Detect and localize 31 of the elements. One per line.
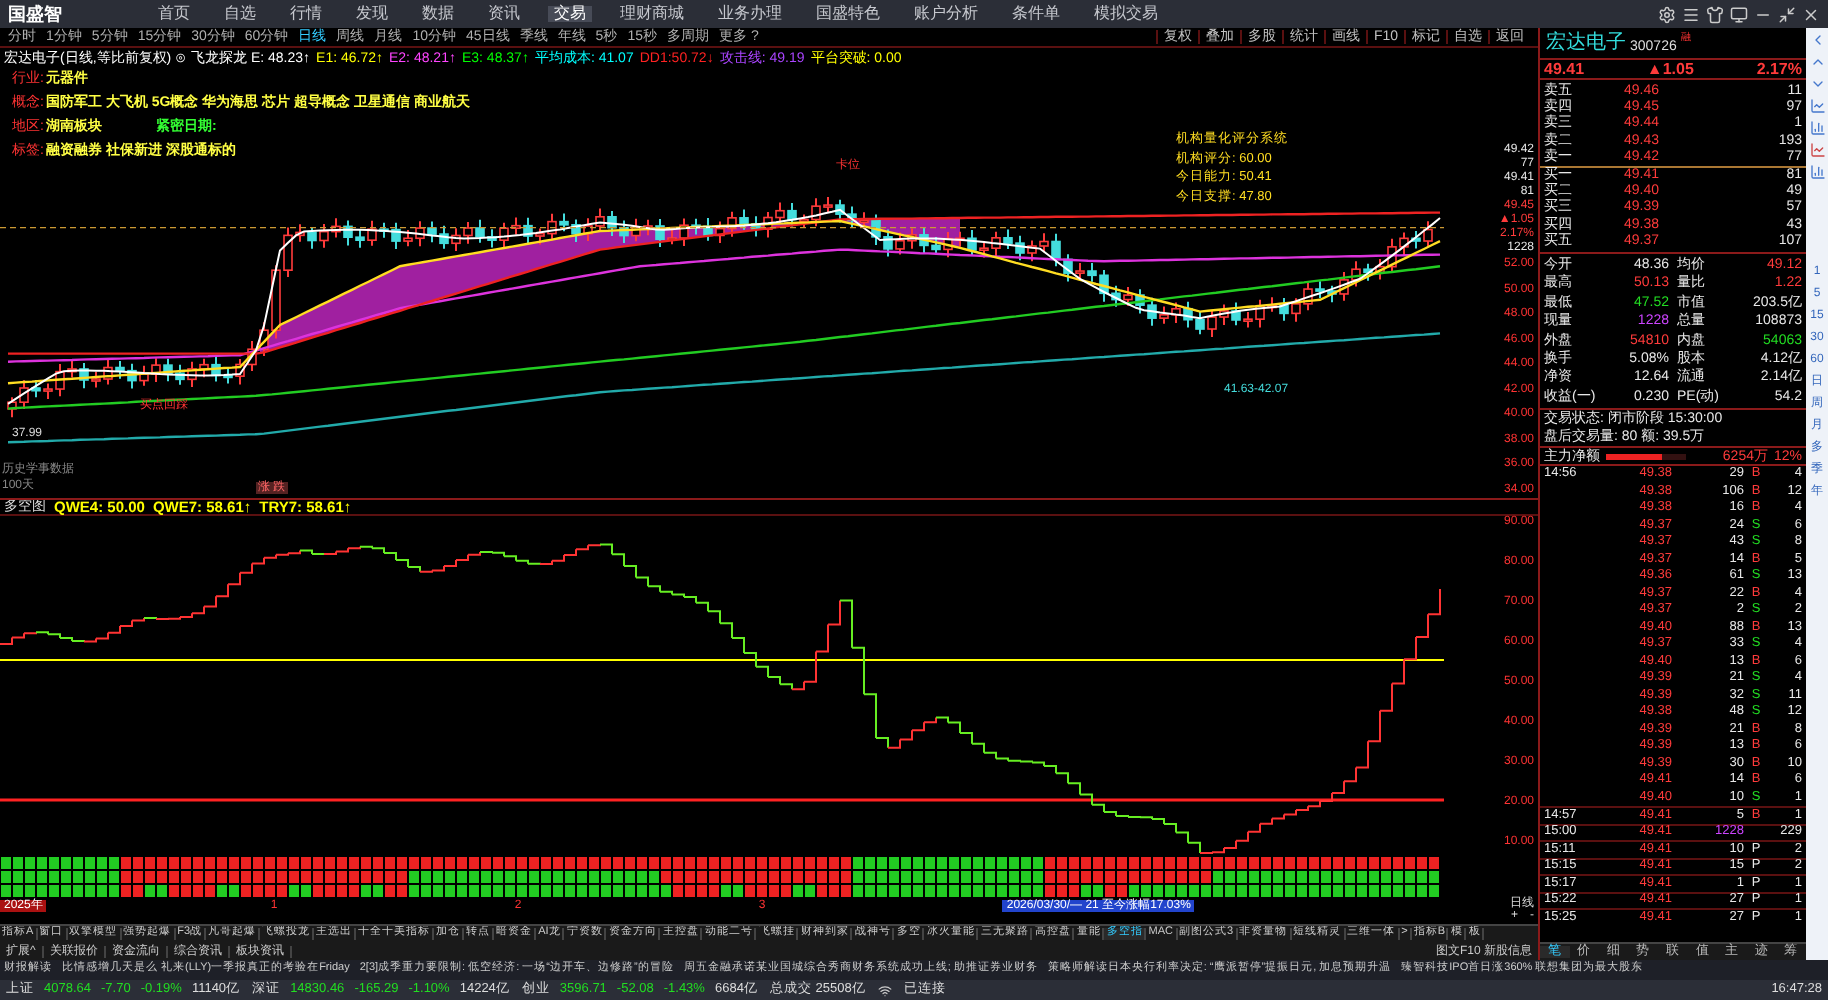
monitor-icon[interactable] — [1730, 5, 1748, 23]
menu-item[interactable]: 自选 — [218, 6, 262, 22]
stock-name: 宏达电子 — [1546, 34, 1626, 54]
restore-icon[interactable] — [1778, 5, 1796, 23]
menu-item[interactable]: 交易 — [548, 6, 592, 22]
wifi-icon — [877, 983, 892, 997]
menu-item[interactable]: 行情 — [284, 6, 328, 22]
menu-item[interactable]: 业务办理 — [712, 6, 788, 22]
menu-item[interactable]: 理财商城 — [614, 6, 690, 22]
menu-item[interactable]: 账户分析 — [908, 6, 984, 22]
menu-item[interactable]: 首页 — [152, 6, 196, 22]
menu-icon[interactable] — [1682, 5, 1700, 23]
settings-icon[interactable] — [1658, 5, 1676, 23]
bar-chart-icon[interactable] — [1809, 120, 1825, 136]
up-icon[interactable] — [1809, 54, 1825, 70]
down-icon[interactable] — [1809, 76, 1825, 92]
app-logo: 国盛智 — [8, 5, 64, 23]
menu-item[interactable]: 国盛特色 — [810, 6, 886, 22]
percent-change: 2.17% — [1756, 61, 1802, 77]
price-change: ▲1.05 — [1646, 61, 1694, 77]
bar-chart-icon[interactable] — [1809, 164, 1825, 180]
menu-item[interactable]: 数据 — [416, 6, 460, 22]
last-price: 49.41 — [1544, 61, 1585, 77]
line-chart-icon[interactable] — [1809, 142, 1825, 158]
menu-item[interactable]: 条件单 — [1006, 6, 1066, 22]
line-chart-icon[interactable] — [1809, 98, 1825, 114]
menu-item[interactable]: 发现 — [350, 6, 394, 22]
menu-item[interactable]: 资讯 — [482, 6, 526, 22]
shirt-icon[interactable] — [1706, 5, 1724, 23]
close-icon[interactable] — [1802, 5, 1820, 23]
menu-item[interactable]: 模拟交易 — [1088, 6, 1164, 22]
